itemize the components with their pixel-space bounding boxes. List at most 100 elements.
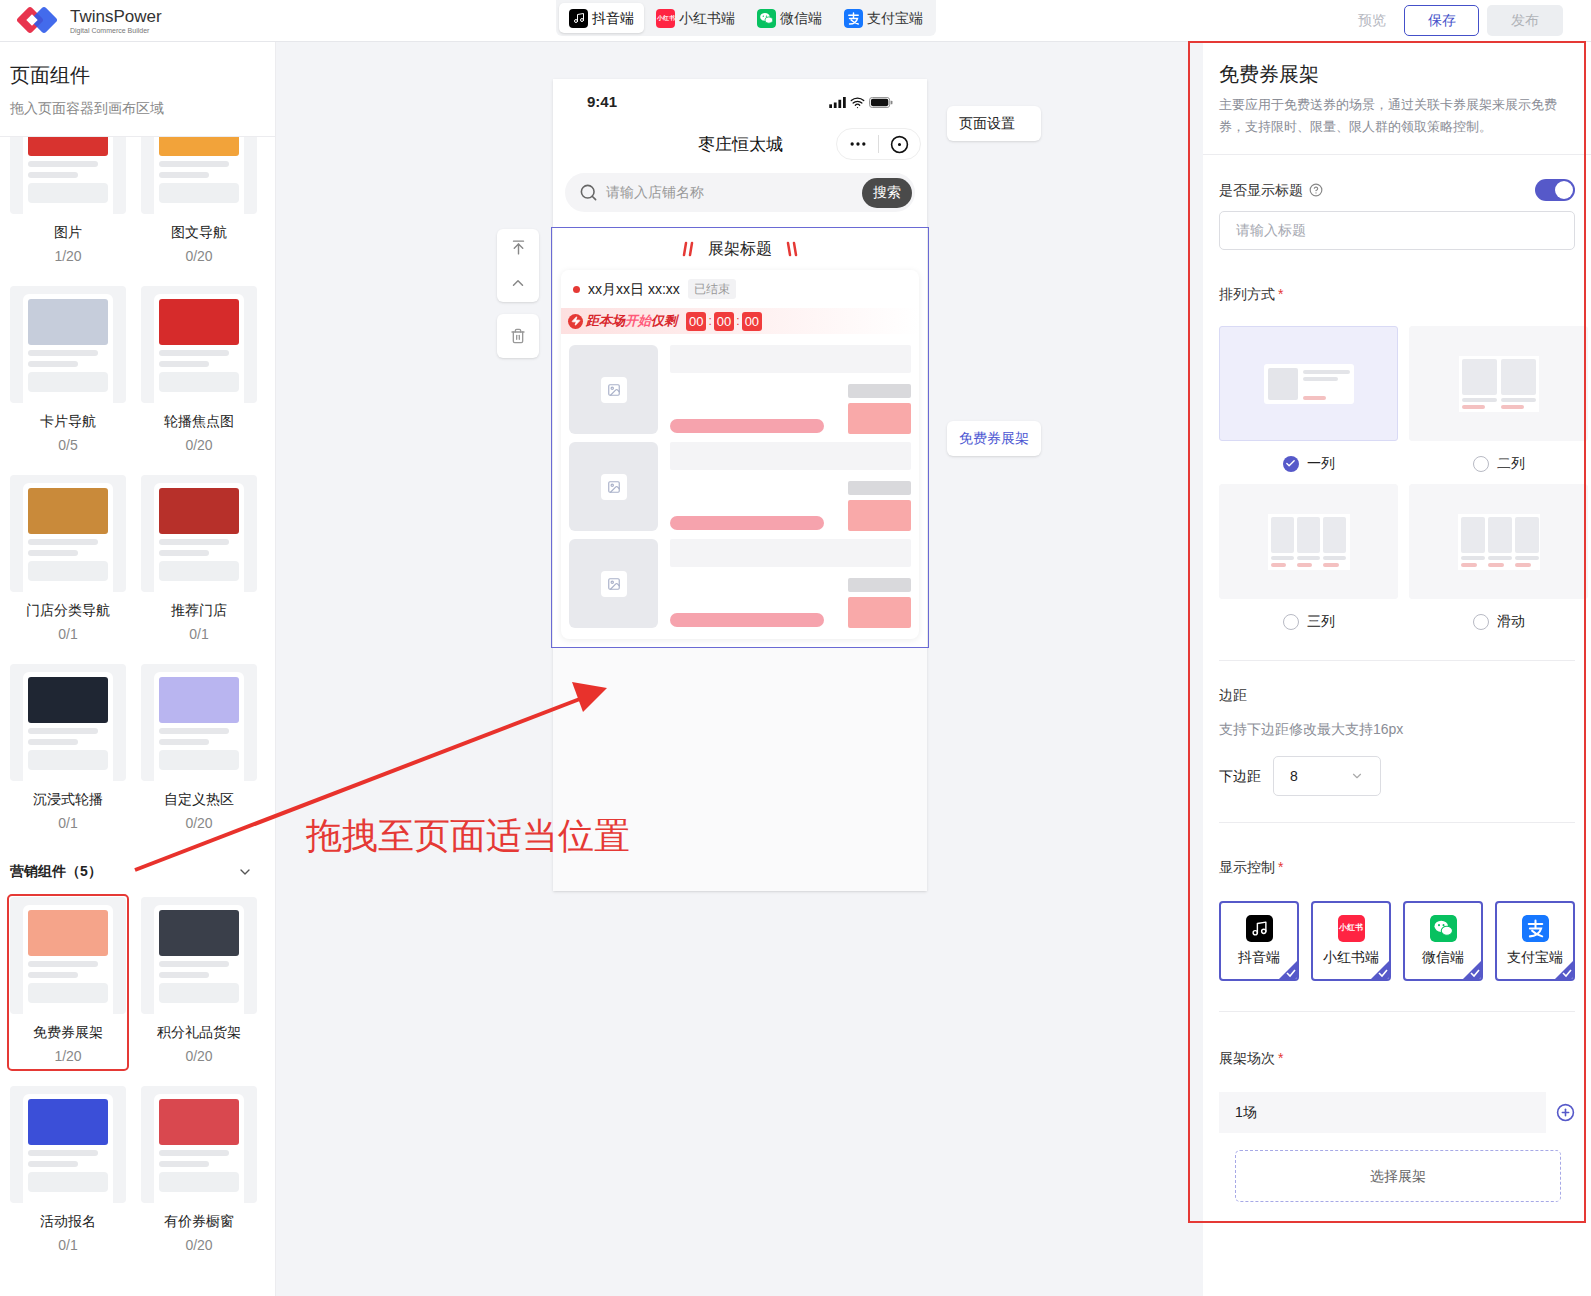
platform-checkbox-card[interactable]: 支付宝端 (1495, 901, 1575, 981)
status-tag: 已结束 (688, 279, 736, 299)
section-header[interactable]: 营销组件（5） (10, 861, 265, 882)
component-item[interactable]: 沉浸式轮播0/1 (10, 664, 126, 835)
mini-program-capsule[interactable] (836, 128, 921, 160)
component-item[interactable]: 积分礼品货架0/20 (141, 897, 257, 1068)
preview-button[interactable]: 预览 (1348, 10, 1396, 31)
component-thumbnail (10, 897, 126, 1014)
annotation-text: 拖拽至页面适当位置 (306, 814, 630, 858)
publish-button[interactable]: 发布 (1487, 5, 1563, 36)
layout-option[interactable]: 一列 (1219, 326, 1398, 474)
layout-option[interactable]: 三列 (1219, 484, 1398, 632)
radio-icon[interactable] (1473, 614, 1489, 630)
component-thumbnail (141, 286, 257, 403)
countdown-digit: 00 (686, 312, 706, 331)
select-shelf-button[interactable]: 选择展架 (1235, 1150, 1561, 1202)
platform-tab[interactable]: 抖音端 (559, 3, 644, 33)
component-chip[interactable]: 免费券展架 (947, 421, 1041, 456)
component-item[interactable]: 轮播焦点图0/20 (141, 286, 257, 457)
close-icon[interactable] (890, 135, 909, 154)
divider (1219, 822, 1575, 823)
field-label: 是否显示标题 (1219, 180, 1303, 200)
douyin-icon (1246, 915, 1273, 942)
panel-subtitle: 拖入页面容器到画布区域 (10, 98, 265, 118)
image-placeholder-icon (607, 383, 621, 397)
layout-one-icon (1264, 364, 1354, 404)
title-input[interactable]: 请输入标题 (1219, 211, 1575, 250)
radio-icon[interactable] (1473, 456, 1489, 472)
platform-checkbox-card[interactable]: 抖音端 (1219, 901, 1299, 981)
component-item[interactable]: 自定义热区0/20 (141, 664, 257, 835)
check-corner-icon (1371, 961, 1389, 979)
countdown-banner: 距本场开始仅剩00:00:00 (561, 308, 919, 334)
title-decoration-icon (682, 241, 694, 257)
component-thumbnail (141, 475, 257, 592)
search-button[interactable]: 搜索 (862, 178, 912, 208)
nav-bar: 枣庄恒太城 (553, 125, 927, 165)
layout-three-icon (1268, 514, 1350, 570)
xiaohongshu-icon: 小红书 (656, 9, 675, 28)
panel-title: 页面组件 (10, 62, 265, 88)
component-item[interactable]: 推荐门店0/1 (141, 475, 257, 646)
component-thumbnail (10, 137, 126, 214)
check-corner-icon (1555, 961, 1573, 979)
coupon-shelf-component[interactable]: 展架标题xx月xx日 xx:xx已结束距本场开始仅剩00:00:00 (551, 227, 929, 648)
layout-slide-icon (1458, 514, 1540, 570)
wechat-icon (757, 9, 776, 28)
countdown-digit: 00 (742, 312, 762, 331)
platform-checkbox-card[interactable]: 微信端 (1403, 901, 1483, 981)
component-item[interactable]: 有价券橱窗0/20 (141, 1086, 257, 1257)
coupon-placeholder[interactable] (569, 345, 911, 434)
layout-option[interactable]: 滑动 (1409, 484, 1588, 632)
show-title-toggle[interactable] (1535, 179, 1575, 201)
signal-icon (829, 97, 846, 108)
save-button[interactable]: 保存 (1404, 5, 1479, 36)
more-icon[interactable] (848, 134, 868, 154)
field-label: 边距 (1219, 685, 1575, 705)
margin-select[interactable]: 8 (1273, 756, 1381, 796)
search-icon (579, 183, 598, 202)
platform-tab[interactable]: 支付宝端 (834, 3, 933, 33)
coupon-placeholder[interactable] (569, 539, 911, 628)
radio-icon[interactable] (1283, 614, 1299, 630)
annotation-arrow-icon (0, 0, 1591, 1296)
component-item[interactable]: 活动报名0/1 (10, 1086, 126, 1257)
page-settings-chip[interactable]: 页面设置 (947, 106, 1041, 141)
field-label: 显示控制* (1219, 857, 1575, 877)
logo[interactable]: TwinsPowerDigital Commerce Builder (0, 4, 556, 38)
layout-option[interactable]: 二列 (1409, 326, 1588, 474)
component-item[interactable]: 卡片导航0/5 (10, 286, 126, 457)
alipay-icon (1522, 915, 1549, 942)
check-corner-icon (1279, 961, 1297, 979)
status-bar: 9:41 (553, 79, 927, 125)
component-list: 图片1/20图文导航0/20卡片导航0/5轮播焦点图0/20门店分类导航0/1推… (0, 137, 275, 1296)
radio-icon[interactable] (1283, 456, 1299, 472)
session-row: xx月xx日 xx:xx已结束 (561, 270, 919, 308)
layout-two-icon (1459, 356, 1539, 412)
component-item[interactable]: 图文导航0/20 (141, 137, 257, 268)
component-item[interactable]: 门店分类导航0/1 (10, 475, 126, 646)
image-placeholder-icon (607, 577, 621, 591)
platform-tab[interactable]: 微信端 (747, 3, 832, 33)
component-item[interactable]: 免费券展架1/20 (10, 897, 126, 1068)
platform-checkbox-card[interactable]: 小红书小红书端 (1311, 901, 1391, 981)
move-top-icon[interactable] (510, 239, 527, 256)
search-bar[interactable]: 请输入店铺名称搜索 (565, 173, 915, 212)
image-placeholder-icon (607, 480, 621, 494)
canvas: 9:41枣庄恒太城请输入店铺名称搜索展架标题xx月xx日 xx:xx已结束距本场… (276, 42, 1203, 1296)
divider (1219, 1011, 1575, 1012)
component-item[interactable]: 图片1/20 (10, 137, 126, 268)
platform-tab[interactable]: 小红书小红书端 (646, 3, 745, 33)
top-bar: TwinsPowerDigital Commerce Builder抖音端小红书… (0, 0, 1591, 42)
platform-tabs: 抖音端小红书小红书端微信端支付宝端 (556, 0, 936, 36)
move-up-icon[interactable] (509, 274, 527, 292)
check-corner-icon (1463, 961, 1481, 979)
add-session-icon[interactable] (1556, 1103, 1575, 1122)
delete-icon[interactable] (510, 328, 526, 344)
help-icon[interactable] (1309, 183, 1323, 197)
chevron-icon (1350, 769, 1364, 783)
component-thumbnail (10, 475, 126, 592)
coupon-placeholder[interactable] (569, 442, 911, 531)
settings-description: 主要应用于免费送券的场景，通过关联卡券展架来展示免费券，支持限时、限量、限人群的… (1219, 94, 1575, 138)
session-item[interactable]: 1场 (1219, 1092, 1546, 1133)
component-panel: 页面组件拖入页面容器到画布区域图片1/20图文导航0/20卡片导航0/5轮播焦点… (0, 42, 276, 1296)
